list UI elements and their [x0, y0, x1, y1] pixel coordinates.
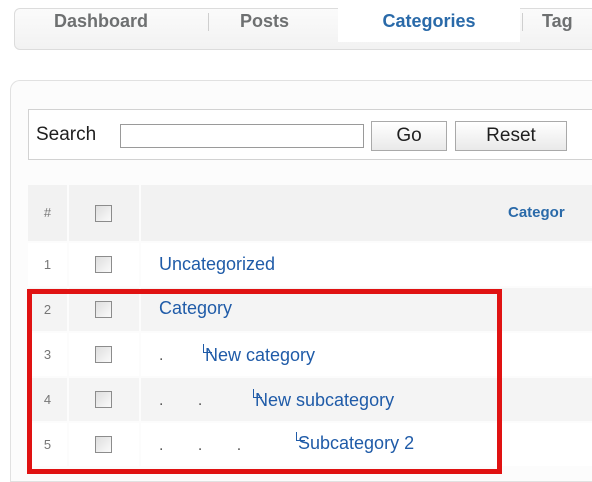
row-number: 2 [28, 288, 67, 331]
row-number: 5 [28, 423, 67, 466]
row-name-cell: Uncategorized [141, 243, 592, 286]
row-checkbox[interactable] [95, 436, 112, 453]
header-num: # [28, 185, 67, 241]
table-row: 3 . New category [28, 333, 592, 376]
tab-categories[interactable]: Categories [338, 0, 520, 42]
category-link[interactable]: Category [159, 298, 232, 319]
table-row: 2 Category [28, 288, 592, 331]
table-row: 1 Uncategorized [28, 243, 592, 286]
indent-dots: . . [159, 392, 203, 409]
go-button[interactable]: Go [371, 121, 447, 151]
table-header: # Categor [28, 185, 592, 241]
tab-posts[interactable]: Posts [240, 0, 289, 42]
search-input[interactable] [120, 124, 364, 148]
row-name-cell: Category [141, 288, 592, 331]
row-checkbox-cell [69, 378, 139, 421]
tab-separator [522, 13, 523, 31]
category-link[interactable]: Uncategorized [159, 254, 275, 275]
category-link[interactable]: Subcategory 2 [298, 433, 414, 454]
row-number: 1 [28, 243, 67, 286]
row-checkbox-cell [69, 288, 139, 331]
header-checkbox-cell [69, 185, 139, 241]
category-link[interactable]: New subcategory [255, 390, 394, 411]
reset-button[interactable]: Reset [455, 121, 567, 151]
category-link[interactable]: New category [205, 345, 315, 366]
row-checkbox[interactable] [95, 256, 112, 273]
row-name-cell: . . New subcategory [141, 378, 592, 421]
row-name-cell: . New category [141, 333, 592, 376]
indent-dots: . [159, 347, 164, 364]
indent-dots: . . . [159, 437, 242, 454]
row-checkbox-cell [69, 423, 139, 466]
row-checkbox[interactable] [95, 346, 112, 363]
row-number: 3 [28, 333, 67, 376]
table-row: 5 . . . Subcategory 2 [28, 423, 592, 466]
header-name-cell: Categor [141, 185, 592, 241]
row-checkbox-cell [69, 243, 139, 286]
row-checkbox[interactable] [95, 301, 112, 318]
table-row: 4 . . New subcategory [28, 378, 592, 421]
row-number: 4 [28, 378, 67, 421]
tab-separator [208, 13, 209, 31]
select-all-checkbox[interactable] [95, 205, 112, 222]
search-label: Search [36, 124, 97, 145]
row-checkbox-cell [69, 333, 139, 376]
column-header-category[interactable]: Categor [508, 185, 592, 241]
row-checkbox[interactable] [95, 391, 112, 408]
tab-dashboard[interactable]: Dashboard [54, 0, 148, 42]
row-name-cell: . . . Subcategory 2 [141, 423, 592, 466]
tab-tags[interactable]: Tag [542, 0, 573, 42]
